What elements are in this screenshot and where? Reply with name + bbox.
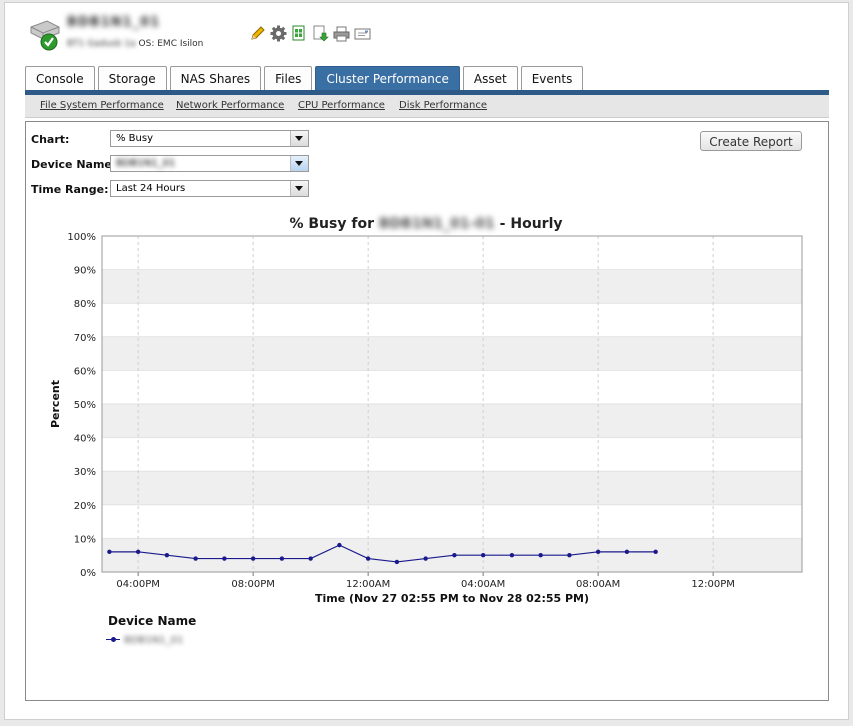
data-point (308, 556, 313, 561)
tab-storage[interactable]: Storage (97, 66, 167, 91)
subnav-disk-performance[interactable]: Disk Performance (399, 100, 487, 111)
tab-asset[interactable]: Asset (462, 66, 518, 91)
export-icon[interactable] (291, 25, 308, 42)
y-tick-label: 40% (74, 434, 96, 445)
data-point (538, 553, 543, 558)
data-point (653, 549, 658, 555)
data-point (595, 549, 601, 555)
y-tick-label: 100% (67, 232, 96, 243)
y-axis-label: Percent (49, 380, 62, 428)
data-point (452, 553, 457, 558)
data-point (337, 542, 342, 548)
edit-icon[interactable] (249, 25, 266, 42)
x-tick-label: 08:00AM (576, 579, 620, 590)
main-tabs: Console Storage NAS Shares Files Cluster… (25, 66, 584, 91)
data-point (164, 553, 170, 558)
x-tick-label: 04:00PM (116, 579, 159, 590)
data-point (423, 556, 428, 561)
print-icon[interactable] (333, 25, 350, 42)
subnav-network-performance[interactable]: Network Performance (176, 100, 284, 111)
y-tick-label: 20% (74, 501, 96, 512)
performance-subnav: File System Performance Network Performa… (25, 95, 829, 118)
y-tick-label: 0% (80, 568, 96, 579)
data-point (394, 559, 400, 565)
y-tick-label: 30% (74, 467, 96, 478)
data-point (567, 553, 572, 558)
tab-cluster-performance[interactable]: Cluster Performance (315, 66, 460, 91)
y-tick-label: 90% (74, 266, 96, 277)
data-point (222, 556, 227, 561)
x-tick-label: 08:00PM (231, 579, 274, 590)
data-point (365, 556, 371, 561)
data-point (135, 549, 141, 555)
device-name: BDB1N1_01 (67, 15, 161, 30)
legend-label: BDB1N1_01 (124, 634, 184, 646)
data-point (107, 549, 112, 555)
y-tick-label: 80% (74, 299, 96, 310)
legend-item: BDB1N1_01 (106, 633, 183, 647)
email-icon[interactable] (354, 25, 371, 42)
x-axis-label: Time (Nov 27 02:55 PM to Nov 28 02:55 PM… (315, 592, 589, 605)
device-subtitle: BT1 Gadusb 1a OS: EMC Isilon (67, 39, 203, 49)
subnav-file-system-performance[interactable]: File System Performance (40, 100, 164, 111)
x-tick-label: 12:00AM (346, 579, 390, 590)
data-point (624, 549, 630, 555)
tab-files[interactable]: Files (264, 66, 313, 91)
y-tick-label: 10% (74, 534, 96, 545)
legend-swatch (106, 635, 120, 645)
settings-gear-icon[interactable] (270, 25, 287, 42)
grid-band (102, 471, 802, 505)
chart-panel: Chart: % Busy Device Name: BDB1N1_01 Tim… (25, 121, 829, 701)
legend-title: Device Name (108, 614, 197, 628)
download-icon[interactable] (312, 25, 329, 42)
grid-band (102, 336, 802, 371)
grid-band (102, 404, 802, 438)
tab-events[interactable]: Events (520, 66, 584, 91)
device-location: BT1 Gadusb 1a (67, 39, 136, 49)
data-point (193, 556, 198, 561)
tab-nas-shares[interactable]: NAS Shares (169, 66, 262, 91)
grid-band (102, 269, 802, 304)
x-tick-label: 04:00AM (461, 579, 505, 590)
data-point (250, 556, 256, 561)
storage-device-ok-icon (30, 20, 60, 51)
subnav-cpu-performance[interactable]: CPU Performance (298, 100, 385, 111)
y-tick-label: 60% (74, 366, 96, 377)
data-point (480, 553, 486, 558)
y-tick-label: 70% (74, 333, 96, 344)
device-toolbar (249, 25, 371, 42)
data-point (509, 553, 515, 558)
tab-console[interactable]: Console (25, 66, 95, 91)
x-tick-label: 12:00PM (691, 579, 734, 590)
device-os: OS: EMC Isilon (138, 39, 204, 49)
busy-line-chart: 0% 10% 20% 30% 40% 50% 60% 70% 80% 90% 100% 04:00PM… (49, 232, 803, 605)
y-tick-label: 50% (74, 400, 96, 411)
data-point (279, 556, 285, 561)
